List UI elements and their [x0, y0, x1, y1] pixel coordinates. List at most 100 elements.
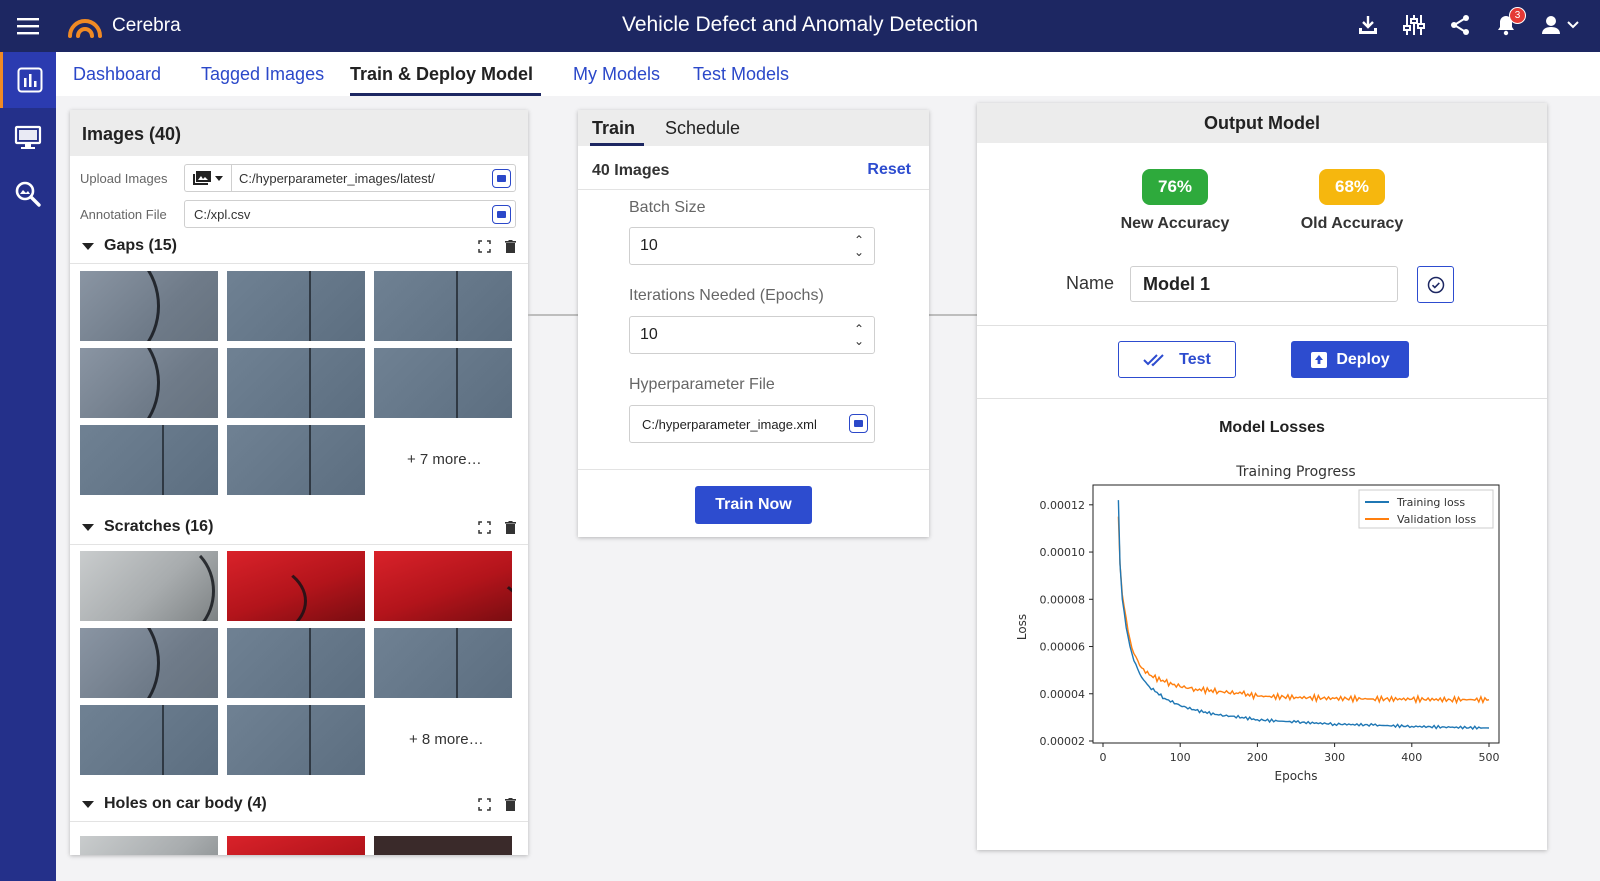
- image-source-dropdown[interactable]: [184, 164, 231, 192]
- tab-tagged-images[interactable]: Tagged Images: [201, 64, 324, 85]
- batch-size-label: Batch Size: [629, 199, 706, 216]
- expand-icon[interactable]: [478, 520, 491, 534]
- epochs-input[interactable]: 10 ⌃ ⌄: [629, 316, 875, 354]
- image-thumbnail[interactable]: [374, 348, 512, 418]
- upload-images-label: Upload Images: [80, 170, 168, 186]
- image-thumbnail[interactable]: [80, 271, 218, 341]
- image-thumbnail[interactable]: [227, 271, 365, 341]
- gaps-more-link[interactable]: + 7 more…: [407, 451, 482, 468]
- notification-count-badge: 3: [1509, 7, 1526, 24]
- stepper-arrows-icon[interactable]: ⌃ ⌄: [854, 323, 864, 347]
- collapse-caret-icon[interactable]: [82, 242, 94, 250]
- image-thumbnail[interactable]: [80, 551, 218, 621]
- annotation-file-label: Annotation File: [80, 206, 167, 222]
- tab-my-models[interactable]: My Models: [573, 64, 660, 85]
- expand-icon[interactable]: [478, 797, 491, 811]
- epochs-label: Iterations Needed (Epochs): [629, 287, 824, 304]
- x-tick-label: 300: [1324, 751, 1345, 764]
- x-tick-label: 100: [1170, 751, 1191, 764]
- flow-connector: [528, 314, 578, 316]
- hyperparameter-file-path: C:/hyperparameter_image.xml: [642, 416, 817, 432]
- chart-y-axis-label: Loss: [1015, 614, 1029, 640]
- collapse-caret-icon[interactable]: [82, 800, 94, 808]
- train-now-button[interactable]: Train Now: [695, 486, 812, 524]
- section-holes-title: Holes on car body (4): [104, 795, 267, 812]
- section-gaps-title: Gaps (15): [104, 237, 177, 254]
- delete-trash-icon[interactable]: [505, 239, 516, 253]
- brand-name: Cerebra: [112, 15, 181, 36]
- tab-train-deploy-model[interactable]: Train & Deploy Model: [350, 64, 533, 85]
- image-thumbnail[interactable]: [80, 348, 218, 418]
- collapse-caret-icon[interactable]: [82, 523, 94, 531]
- image-thumbnail[interactable]: [374, 628, 512, 698]
- download-icon[interactable]: [1354, 10, 1382, 40]
- cerebra-logo-icon: [68, 19, 102, 38]
- active-tab-indicator: [350, 93, 541, 96]
- x-tick-label: 400: [1401, 751, 1422, 764]
- image-thumbnail[interactable]: [227, 551, 365, 621]
- delete-trash-icon[interactable]: [505, 797, 516, 811]
- tab-dashboard[interactable]: Dashboard: [73, 64, 161, 85]
- image-thumbnail[interactable]: [227, 836, 365, 855]
- tab-test-models[interactable]: Test Models: [693, 64, 789, 85]
- image-thumbnail[interactable]: [227, 425, 365, 495]
- images-panel: Images (40) Upload Images C:/hyperparame…: [70, 110, 528, 855]
- image-thumbnail[interactable]: [80, 705, 218, 775]
- x-tick-label: 500: [1479, 751, 1500, 764]
- image-thumbnail[interactable]: [80, 628, 218, 698]
- flow-connector: [929, 314, 977, 316]
- y-tick-label: 0.00002: [1040, 735, 1086, 748]
- main-navigation-tabs: Dashboard Tagged Images Train & Deploy M…: [56, 52, 1600, 96]
- train-panel: Train Schedule 40 Images Reset Batch Siz…: [578, 110, 929, 537]
- expand-icon[interactable]: [478, 239, 491, 253]
- tab-schedule[interactable]: Schedule: [665, 118, 740, 139]
- browse-file-icon[interactable]: [849, 414, 868, 433]
- train-divider: [578, 189, 929, 190]
- section-divider: [70, 821, 528, 822]
- share-icon[interactable]: [1446, 10, 1474, 40]
- image-thumbnail[interactable]: [374, 551, 512, 621]
- equalizer-settings-icon[interactable]: [1400, 10, 1428, 40]
- stepper-arrows-icon[interactable]: ⌃ ⌄: [854, 234, 864, 258]
- delete-trash-icon[interactable]: [505, 520, 516, 534]
- image-thumbnail[interactable]: [374, 836, 512, 855]
- monitor-icon[interactable]: [0, 110, 56, 166]
- section-scratches-header[interactable]: Scratches (16): [80, 515, 516, 539]
- hyperparameter-file-field[interactable]: C:/hyperparameter_image.xml: [629, 405, 875, 443]
- x-tick-label: 200: [1247, 751, 1268, 764]
- user-account-icon[interactable]: [1538, 10, 1582, 40]
- epochs-value: 10: [640, 326, 658, 343]
- section-scratches-title: Scratches (16): [104, 518, 214, 535]
- annotation-file-field[interactable]: C:/xpl.csv: [184, 200, 516, 228]
- batch-size-input[interactable]: 10 ⌃ ⌄: [629, 227, 875, 265]
- hamburger-menu-icon[interactable]: [0, 0, 56, 52]
- section-holes-header[interactable]: Holes on car body (4): [80, 792, 516, 816]
- dashboard-chart-icon[interactable]: [0, 52, 56, 108]
- browse-file-icon[interactable]: [492, 205, 511, 224]
- hyperparameter-file-label: Hyperparameter File: [629, 376, 775, 393]
- image-thumbnail[interactable]: [80, 836, 218, 855]
- images-panel-title: Images (40): [70, 110, 528, 156]
- image-search-icon[interactable]: [0, 166, 56, 222]
- chart-title: Training Progress: [1235, 464, 1355, 480]
- scratches-more-link[interactable]: + 8 more…: [409, 731, 484, 748]
- browse-folder-icon[interactable]: [492, 169, 511, 188]
- active-tab-indicator: [590, 143, 644, 146]
- reset-link[interactable]: Reset: [867, 161, 911, 179]
- train-divider: [578, 469, 929, 470]
- section-gaps-header[interactable]: Gaps (15): [80, 234, 516, 258]
- image-thumbnail[interactable]: [227, 705, 365, 775]
- y-tick-label: 0.00004: [1040, 688, 1086, 701]
- upload-images-path-field[interactable]: C:/hyperparameter_images/latest/: [231, 164, 516, 192]
- image-thumbnail[interactable]: [80, 425, 218, 495]
- notifications-bell-icon[interactable]: 3: [1492, 7, 1526, 40]
- image-thumbnail[interactable]: [227, 628, 365, 698]
- upload-images-row: Upload Images C:/hyperparameter_images/l…: [80, 164, 516, 192]
- side-navigation-rail: [0, 52, 56, 881]
- image-thumbnail[interactable]: [374, 271, 512, 341]
- image-thumbnail[interactable]: [227, 348, 365, 418]
- tab-train[interactable]: Train: [592, 118, 635, 139]
- top-app-bar: Cerebra Vehicle Defect and Anomaly Detec…: [0, 0, 1600, 52]
- brand-logo[interactable]: Cerebra: [66, 10, 181, 42]
- chart-x-axis-label: Epochs: [1275, 769, 1318, 783]
